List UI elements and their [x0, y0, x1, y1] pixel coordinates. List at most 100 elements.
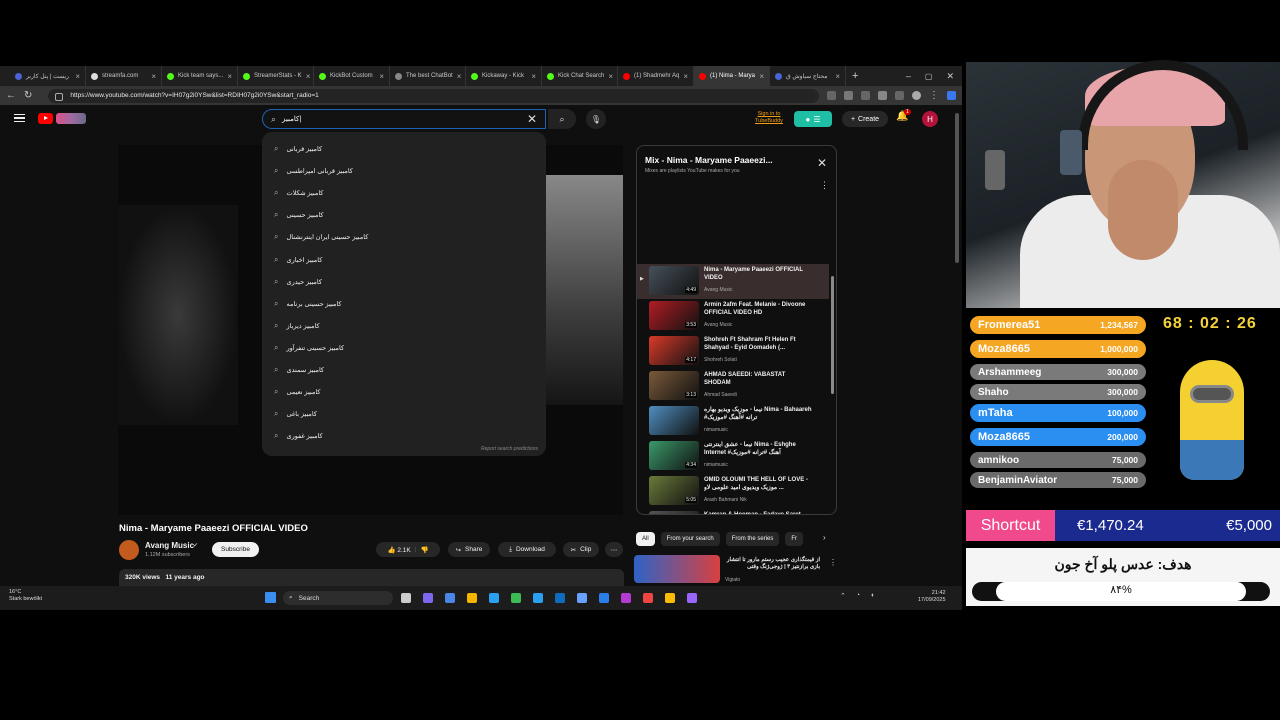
teams-icon[interactable]: [423, 593, 433, 603]
avatar[interactable]: H: [922, 111, 938, 127]
filter-chip[interactable]: All: [636, 532, 655, 546]
browser-tab[interactable]: The best ChatBot ×: [390, 66, 466, 86]
windows-start-icon[interactable]: [265, 592, 276, 603]
more-options-icon[interactable]: ⋮: [820, 180, 829, 191]
store-icon[interactable]: [489, 593, 499, 603]
close-tab-icon[interactable]: ×: [151, 72, 156, 81]
subscribe-button[interactable]: Subscribe: [212, 542, 259, 557]
bookmark-icon[interactable]: [844, 91, 853, 100]
search-suggestion[interactable]: ⌕ کامبیز شکلات: [262, 182, 546, 204]
outlook-icon[interactable]: [555, 593, 565, 603]
youtube-doodle-logo[interactable]: [56, 113, 86, 124]
discord-icon[interactable]: [687, 593, 697, 603]
browser-tab[interactable]: ریست | پنل کاربر ×: [10, 66, 86, 86]
volume-icon[interactable]: ◖: [870, 592, 874, 600]
close-tab-icon[interactable]: ×: [759, 72, 764, 81]
close-window-icon[interactable]: ✕: [946, 71, 954, 82]
close-icon[interactable]: ✕: [817, 156, 827, 170]
extension-icon[interactable]: [861, 91, 870, 100]
filter-chip[interactable]: From the series: [725, 532, 780, 546]
url-field[interactable]: https://www.youtube.com/watch?v=IH07g2i0…: [48, 88, 819, 103]
browser-tab[interactable]: StreamerStats - K ×: [238, 66, 314, 86]
profile-icon[interactable]: [912, 91, 921, 100]
browser-tab[interactable]: محتاج سیاوش ق ×: [770, 66, 846, 86]
like-button[interactable]: 👍 2.1K: [387, 546, 410, 554]
download-button[interactable]: ⤓ Download: [498, 542, 556, 557]
clear-search-icon[interactable]: ✕: [527, 112, 537, 126]
taskbar-search[interactable]: ⌕ Search: [283, 591, 393, 605]
search-suggestion[interactable]: ⌕ کامبیز حسینی ایران اینترنشنال: [262, 226, 546, 248]
search-input[interactable]: ⌕ کامبیز| ✕: [262, 109, 546, 129]
extension-icon[interactable]: [895, 91, 904, 100]
close-tab-icon[interactable]: ×: [531, 72, 536, 81]
page-scrollbar[interactable]: [955, 113, 959, 263]
close-tab-icon[interactable]: ×: [227, 72, 232, 81]
browser-tab[interactable]: (1) Shadmehr Aq ×: [618, 66, 694, 86]
back-icon[interactable]: ←: [6, 90, 16, 101]
wifi-icon[interactable]: ◔: [856, 592, 860, 600]
search-suggestion[interactable]: ⌕ کامبیز باغی: [262, 403, 546, 425]
playlist-item[interactable]: 4:34 نیما - عشق اینترنتی Nima - Eshghe In…: [637, 439, 829, 474]
playlist-item[interactable]: 3:53 Armin 2afm Feat. Melanie - Divoone O…: [637, 299, 829, 334]
extension-icon[interactable]: [827, 91, 836, 100]
task-view-icon[interactable]: [401, 593, 411, 603]
search-suggestion[interactable]: ⌕ کامبیز حسینی تنفرآور: [262, 337, 546, 359]
browser-tab[interactable]: Kick Chat Search ×: [542, 66, 618, 86]
browser-tab[interactable]: (1) Nima - Marya ×: [694, 66, 770, 86]
create-button[interactable]: + Create: [842, 111, 888, 127]
search-suggestion[interactable]: ⌕ کامبیز حسینی برنامه: [262, 293, 546, 315]
system-tray[interactable]: ⌃ ◔ ◖: [840, 592, 874, 600]
tubebuddy-signin-link[interactable]: Sign in to TubeBuddy: [755, 111, 783, 125]
app-icon[interactable]: [643, 593, 653, 603]
playlist-item[interactable]: نیما - موزیک ویدیو بهاره Nima - Bahaareh…: [637, 404, 829, 439]
playlist-item[interactable]: 5:05 OMID OLOUMI THE HELL OF LOVE - موزیک…: [637, 474, 829, 509]
search-suggestion[interactable]: ⌕ کامبیز غفوری: [262, 425, 546, 447]
file-explorer-icon[interactable]: [467, 593, 477, 603]
more-options-icon[interactable]: ⋮: [829, 558, 837, 567]
taskbar-clock[interactable]: 21:42 17/09/2025: [918, 590, 946, 604]
extension-icon[interactable]: [878, 91, 887, 100]
channel-avatar[interactable]: [119, 540, 139, 560]
excel-icon[interactable]: [533, 593, 543, 603]
clip-button[interactable]: ✂ Clip: [563, 542, 599, 557]
snipping-tool-icon[interactable]: [577, 593, 587, 603]
search-suggestion[interactable]: ⌕ کامبیز سمندی: [262, 359, 546, 381]
maximize-icon[interactable]: ▢: [925, 72, 933, 81]
search-suggestion[interactable]: ⌕ کامبیز قربانی امپراطسی: [262, 160, 546, 182]
recommended-thumbnail[interactable]: [634, 555, 720, 583]
channel-name[interactable]: Avang Music: [145, 541, 194, 550]
close-tab-icon[interactable]: ×: [835, 72, 840, 81]
playlist-item[interactable]: 4:17 Shohreh Ft Shahram Ft Helen Ft Shahy…: [637, 334, 829, 369]
search-suggestion[interactable]: ⌕ کامبیز اخباری: [262, 248, 546, 270]
playlist-item[interactable]: 3:13 AHMAD SAEEDI: VABASTAT SHODAM Ahmad S…: [637, 369, 829, 404]
filter-chip[interactable]: Fr: [785, 532, 804, 546]
browser-tab[interactable]: streamfa.com ×: [86, 66, 162, 86]
vscode-icon[interactable]: [599, 593, 609, 603]
new-tab-button[interactable]: +: [852, 70, 858, 82]
hamburger-menu-icon[interactable]: [14, 114, 25, 122]
recommended-title[interactable]: از قیمتگذاری عجیب رستم مارور تا انتشار ب…: [725, 557, 820, 571]
browser-tab[interactable]: Kickaway - Kick ×: [466, 66, 542, 86]
chrome-icon[interactable]: [665, 593, 675, 603]
minimize-icon[interactable]: –: [906, 71, 911, 81]
tubebuddy-button[interactable]: ● ☰: [794, 111, 832, 127]
copilot-icon[interactable]: [947, 91, 956, 100]
filter-chip[interactable]: From your search: [660, 532, 720, 546]
search-suggestion[interactable]: ⌕ کامبیز دیرباز: [262, 315, 546, 337]
browser-tab[interactable]: Kick team says... ×: [162, 66, 238, 86]
chevron-right-icon[interactable]: ›: [823, 533, 826, 542]
youtube-logo-icon[interactable]: [38, 113, 53, 124]
reload-icon[interactable]: ↻: [24, 90, 32, 101]
close-tab-icon[interactable]: ×: [306, 72, 311, 81]
report-predictions-link[interactable]: Report search predictions: [481, 446, 538, 452]
close-tab-icon[interactable]: ×: [683, 72, 688, 81]
search-suggestion[interactable]: ⌕ کامبیز نعیمی: [262, 381, 546, 403]
voice-search-button[interactable]: 🎙: [586, 109, 606, 129]
dislike-button[interactable]: 👎: [420, 546, 428, 554]
more-actions-button[interactable]: ⋯: [605, 542, 623, 557]
app-icon[interactable]: [621, 593, 631, 603]
browser-tab[interactable]: KickBot Custom ×: [314, 66, 390, 86]
scrollbar-thumb[interactable]: [831, 276, 834, 394]
menu-dots-icon[interactable]: ⋮: [929, 90, 939, 101]
close-tab-icon[interactable]: ×: [457, 72, 462, 81]
